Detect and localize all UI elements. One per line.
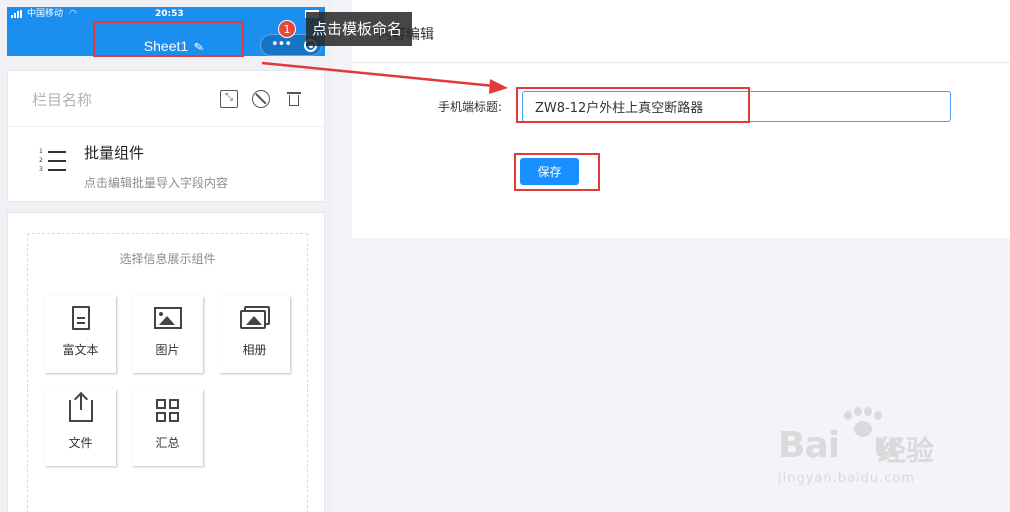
document-icon <box>71 306 90 330</box>
collapse-icon[interactable]: ⤡ <box>220 90 238 108</box>
album-icon <box>239 306 270 330</box>
widget-label: 富文本 <box>62 343 99 357</box>
signal-icon <box>11 10 23 18</box>
column-card: 栏目名称 ⤡ 1 2 3 批量组件 点击编辑批量导入字段内容 <box>7 70 325 202</box>
highlight-save-button <box>514 153 600 191</box>
widget-image[interactable]: 图片 <box>132 296 203 373</box>
batch-component-desc: 点击编辑批量导入字段内容 <box>84 176 229 190</box>
widget-label: 图片 <box>155 343 180 357</box>
upload-icon <box>68 394 93 422</box>
widget-summary[interactable]: 汇总 <box>132 389 203 466</box>
widget-rich-text[interactable]: 富文本 <box>45 296 116 373</box>
editor-divider <box>352 62 1010 63</box>
hint-tooltip: 点击模板命名 <box>306 12 413 46</box>
widget-album[interactable]: 相册 <box>219 296 290 373</box>
highlight-title-input <box>516 87 750 123</box>
watermark-brand: 经验 <box>878 434 935 467</box>
widget-label: 相册 <box>242 343 267 357</box>
more-icon[interactable]: ••• <box>271 37 292 53</box>
phone-preview: 中国移动 ◠ 20:53 Sheet1 ✎ ••• 栏目名称 ⤡ 1 2 3 批… <box>0 0 332 512</box>
trash-icon[interactable] <box>285 90 303 108</box>
disable-icon[interactable] <box>252 90 270 108</box>
column-header: 栏目名称 ⤡ <box>8 71 324 127</box>
widgets-card: 选择信息展示组件 富文本 图片 相册 文件 汇总 <box>7 212 325 512</box>
wifi-icon: ◠ <box>69 9 77 19</box>
highlight-sheet-name <box>93 21 244 57</box>
widget-label: 文件 <box>68 436 93 450</box>
carrier-name: 中国移动 <box>27 9 64 19</box>
widget-picker: 选择信息展示组件 富文本 图片 相册 文件 汇总 <box>27 233 308 512</box>
mobile-title-label: 手机端标题: <box>438 100 503 114</box>
status-bar: 中国移动 ◠ 20:53 <box>7 7 325 21</box>
screen: 内容编辑 手机端标题: 保存 中国移动 ◠ 20:53 Sheet1✎ ••• <box>0 0 1010 512</box>
widget-picker-title: 选择信息展示组件 <box>119 252 216 266</box>
step-badge: 1 <box>278 20 296 38</box>
widget-label: 汇总 <box>155 436 180 450</box>
widget-file[interactable]: 文件 <box>45 389 116 466</box>
column-name-placeholder[interactable]: 栏目名称 <box>32 89 92 110</box>
batch-component-title[interactable]: 批量组件 <box>84 142 144 163</box>
grid-icon <box>155 399 180 423</box>
image-icon <box>153 307 182 329</box>
watermark-url: jingyan.baidu.com <box>778 471 915 486</box>
numbered-list-icon: 1 2 3 <box>39 149 67 175</box>
baidu-watermark: Bai u 经验 jingyan.baidu.com <box>778 405 958 495</box>
status-time: 20:53 <box>155 9 184 19</box>
